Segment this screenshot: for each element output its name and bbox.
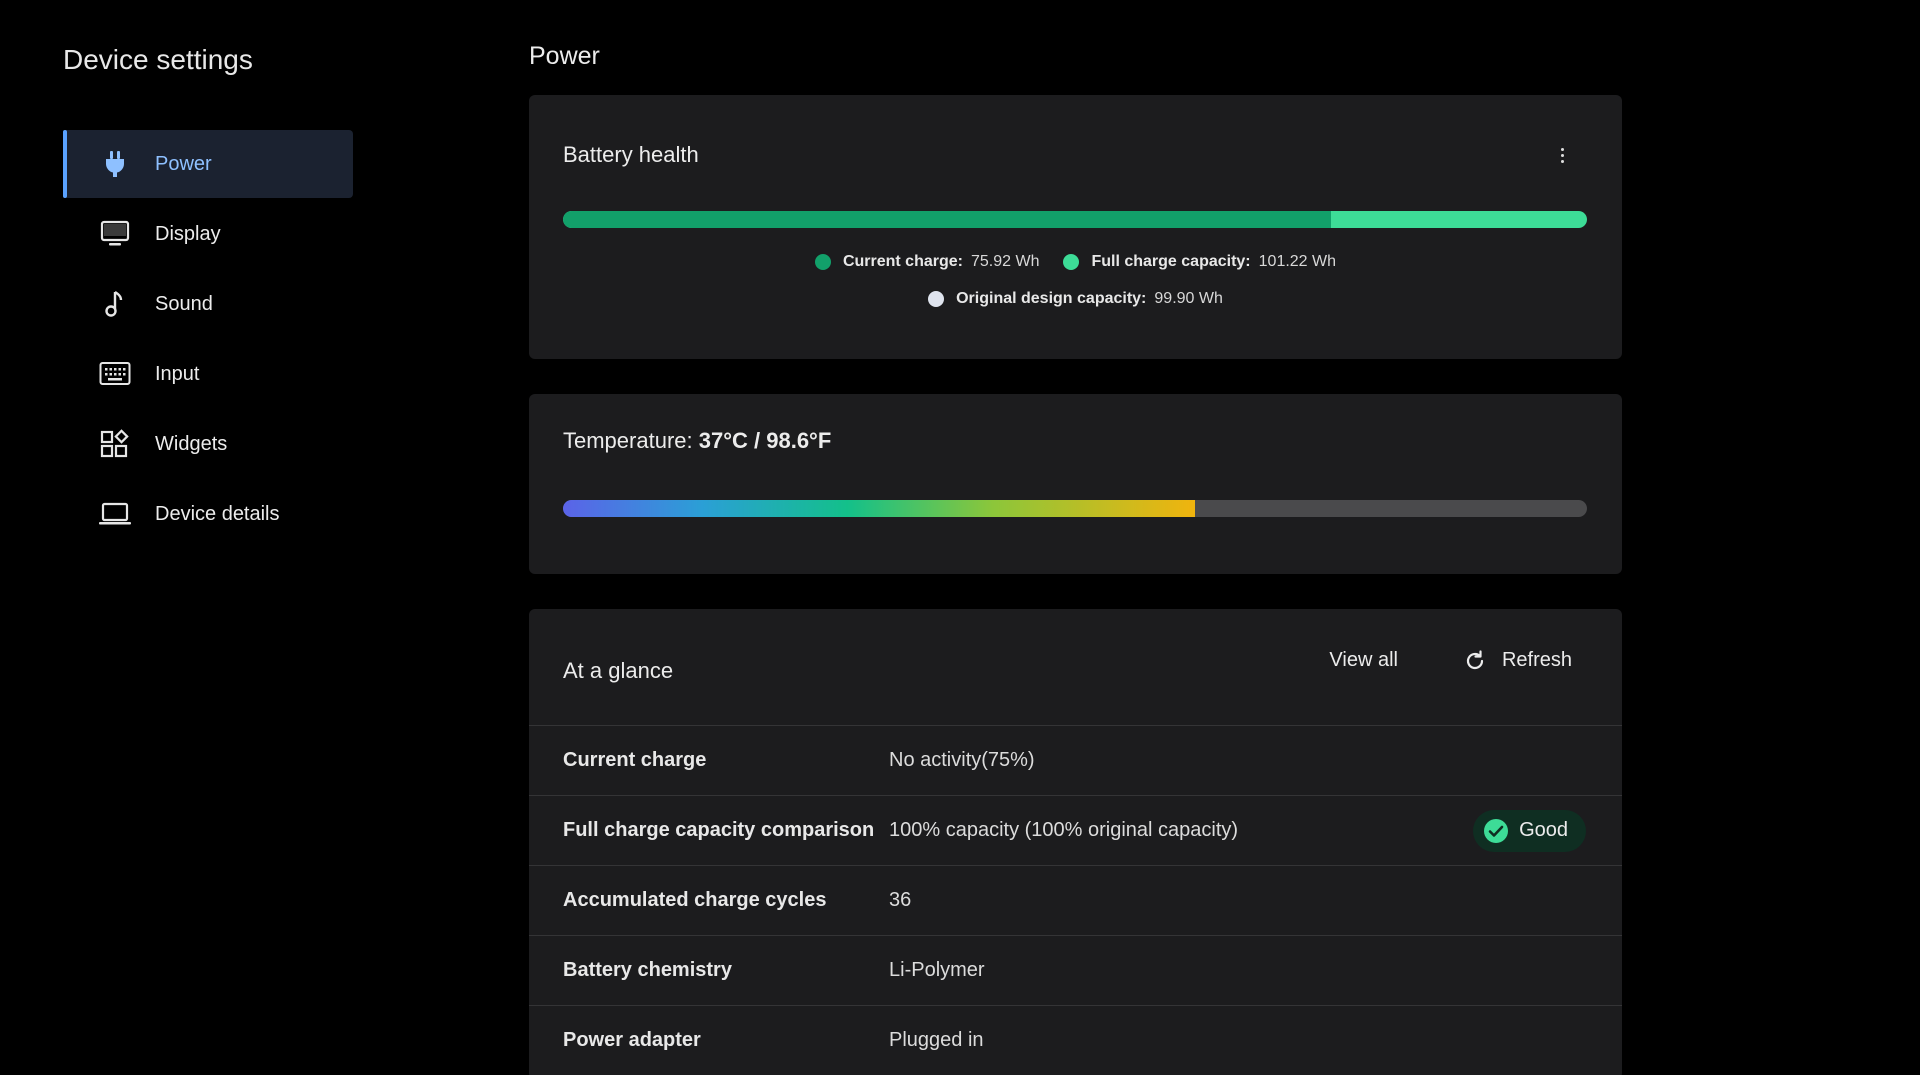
kebab-dot bbox=[1560, 153, 1564, 157]
sidebar-item-label: Power bbox=[155, 152, 212, 175]
row-value: 36 bbox=[889, 889, 912, 911]
sidebar-item-widgets[interactable]: Widgets bbox=[63, 410, 353, 478]
sidebar-title: Device settings bbox=[63, 44, 253, 75]
table-row: Battery chemistry Li-Polymer bbox=[529, 935, 1622, 1005]
sidebar-item-label: Widgets bbox=[155, 432, 228, 455]
legend-dot-original-design bbox=[928, 291, 945, 307]
sidebar-item-power[interactable]: Power bbox=[63, 130, 353, 198]
legend-value: 99.90 Wh bbox=[1154, 290, 1223, 307]
temperature-bar bbox=[563, 500, 1587, 517]
sidebar-item-label: Device details bbox=[155, 502, 280, 525]
temperature-label: Temperature: bbox=[563, 428, 693, 453]
view-all-button[interactable]: View all bbox=[1329, 649, 1398, 672]
refresh-button[interactable]: Refresh bbox=[1464, 649, 1572, 672]
at-a-glance-title: At a glance bbox=[563, 658, 674, 683]
kebab-dot bbox=[1560, 147, 1564, 151]
sidebar-item-sound[interactable]: Sound bbox=[63, 270, 353, 338]
row-value: No activity(75%) bbox=[889, 749, 1035, 771]
monitor-icon bbox=[97, 216, 133, 252]
temperature-value: 37°C / 98.6°F bbox=[698, 428, 832, 453]
current-charge-fill bbox=[563, 211, 1331, 228]
battery-legend-secondary: Original design capacity: 99.90 Wh bbox=[529, 290, 1622, 308]
legend-label: Full charge capacity: bbox=[1091, 253, 1251, 270]
row-label: Power adapter bbox=[563, 1029, 701, 1051]
legend-dot-full-charge bbox=[1063, 254, 1080, 270]
keyboard-icon bbox=[97, 356, 133, 392]
legend-dot-current-charge bbox=[814, 254, 831, 270]
at-a-glance-table: Current charge No activity(75%) Full cha… bbox=[529, 725, 1622, 1075]
row-value: Li-Polymer bbox=[889, 959, 985, 981]
table-row: Power adapter Plugged in bbox=[529, 1005, 1622, 1075]
table-row: Full charge capacity comparison 100% cap… bbox=[529, 795, 1622, 865]
page-title: Power bbox=[529, 42, 600, 70]
row-label: Battery chemistry bbox=[563, 959, 732, 981]
at-a-glance-actions: View all Refresh bbox=[1329, 649, 1572, 672]
music-note-icon bbox=[97, 286, 133, 322]
status-badge: Good bbox=[1473, 809, 1586, 852]
row-value: 100% capacity (100% original capacity) bbox=[889, 819, 1239, 841]
refresh-icon bbox=[1464, 649, 1486, 672]
row-value: Plugged in bbox=[889, 1029, 984, 1051]
laptop-icon bbox=[97, 496, 133, 532]
at-a-glance-card: At a glance View all Refresh Current cha… bbox=[529, 609, 1622, 1075]
more-options-button[interactable] bbox=[1552, 143, 1572, 167]
status-badge-label: Good bbox=[1519, 819, 1568, 841]
sidebar-item-device-details[interactable]: Device details bbox=[63, 480, 353, 548]
kebab-dot bbox=[1560, 159, 1564, 163]
battery-health-title: Battery health bbox=[563, 142, 699, 167]
sidebar-item-label: Input bbox=[155, 362, 200, 385]
plug-icon bbox=[97, 146, 133, 182]
temperature-title: Temperature: 37°C / 98.6°F bbox=[563, 428, 831, 454]
sidebar-nav: Power Display Sound Input Widgets Device… bbox=[63, 130, 353, 550]
row-label: Full charge capacity comparison bbox=[563, 819, 875, 841]
battery-health-card: Battery health Current charge: 75.92 Wh … bbox=[529, 95, 1622, 359]
sidebar-item-display[interactable]: Display bbox=[63, 200, 353, 268]
legend-current-charge: Current charge: 75.92 Wh bbox=[814, 253, 1040, 271]
legend-original-design-capacity: Original design capacity: 99.90 Wh bbox=[928, 290, 1223, 308]
legend-label: Original design capacity: bbox=[956, 290, 1147, 307]
row-label: Current charge bbox=[563, 749, 707, 771]
legend-value: 101.22 Wh bbox=[1258, 253, 1337, 270]
sidebar-item-label: Display bbox=[155, 222, 221, 245]
refresh-label: Refresh bbox=[1501, 649, 1572, 671]
table-row: Accumulated charge cycles 36 bbox=[529, 865, 1622, 935]
sidebar-item-label: Sound bbox=[155, 292, 213, 315]
table-row: Current charge No activity(75%) bbox=[529, 725, 1622, 795]
legend-label: Current charge: bbox=[842, 253, 963, 270]
battery-legend: Current charge: 75.92 Wh Full charge cap… bbox=[529, 253, 1622, 271]
check-circle-icon bbox=[1483, 818, 1509, 844]
battery-health-bar bbox=[563, 211, 1587, 228]
widgets-icon bbox=[97, 426, 133, 462]
legend-full-charge-capacity: Full charge capacity: 101.22 Wh bbox=[1063, 253, 1336, 271]
sidebar-item-input[interactable]: Input bbox=[63, 340, 353, 408]
legend-value: 75.92 Wh bbox=[970, 253, 1040, 270]
temperature-fill bbox=[563, 500, 1195, 517]
temperature-card: Temperature: 37°C / 98.6°F bbox=[529, 394, 1622, 574]
row-label: Accumulated charge cycles bbox=[563, 889, 827, 911]
